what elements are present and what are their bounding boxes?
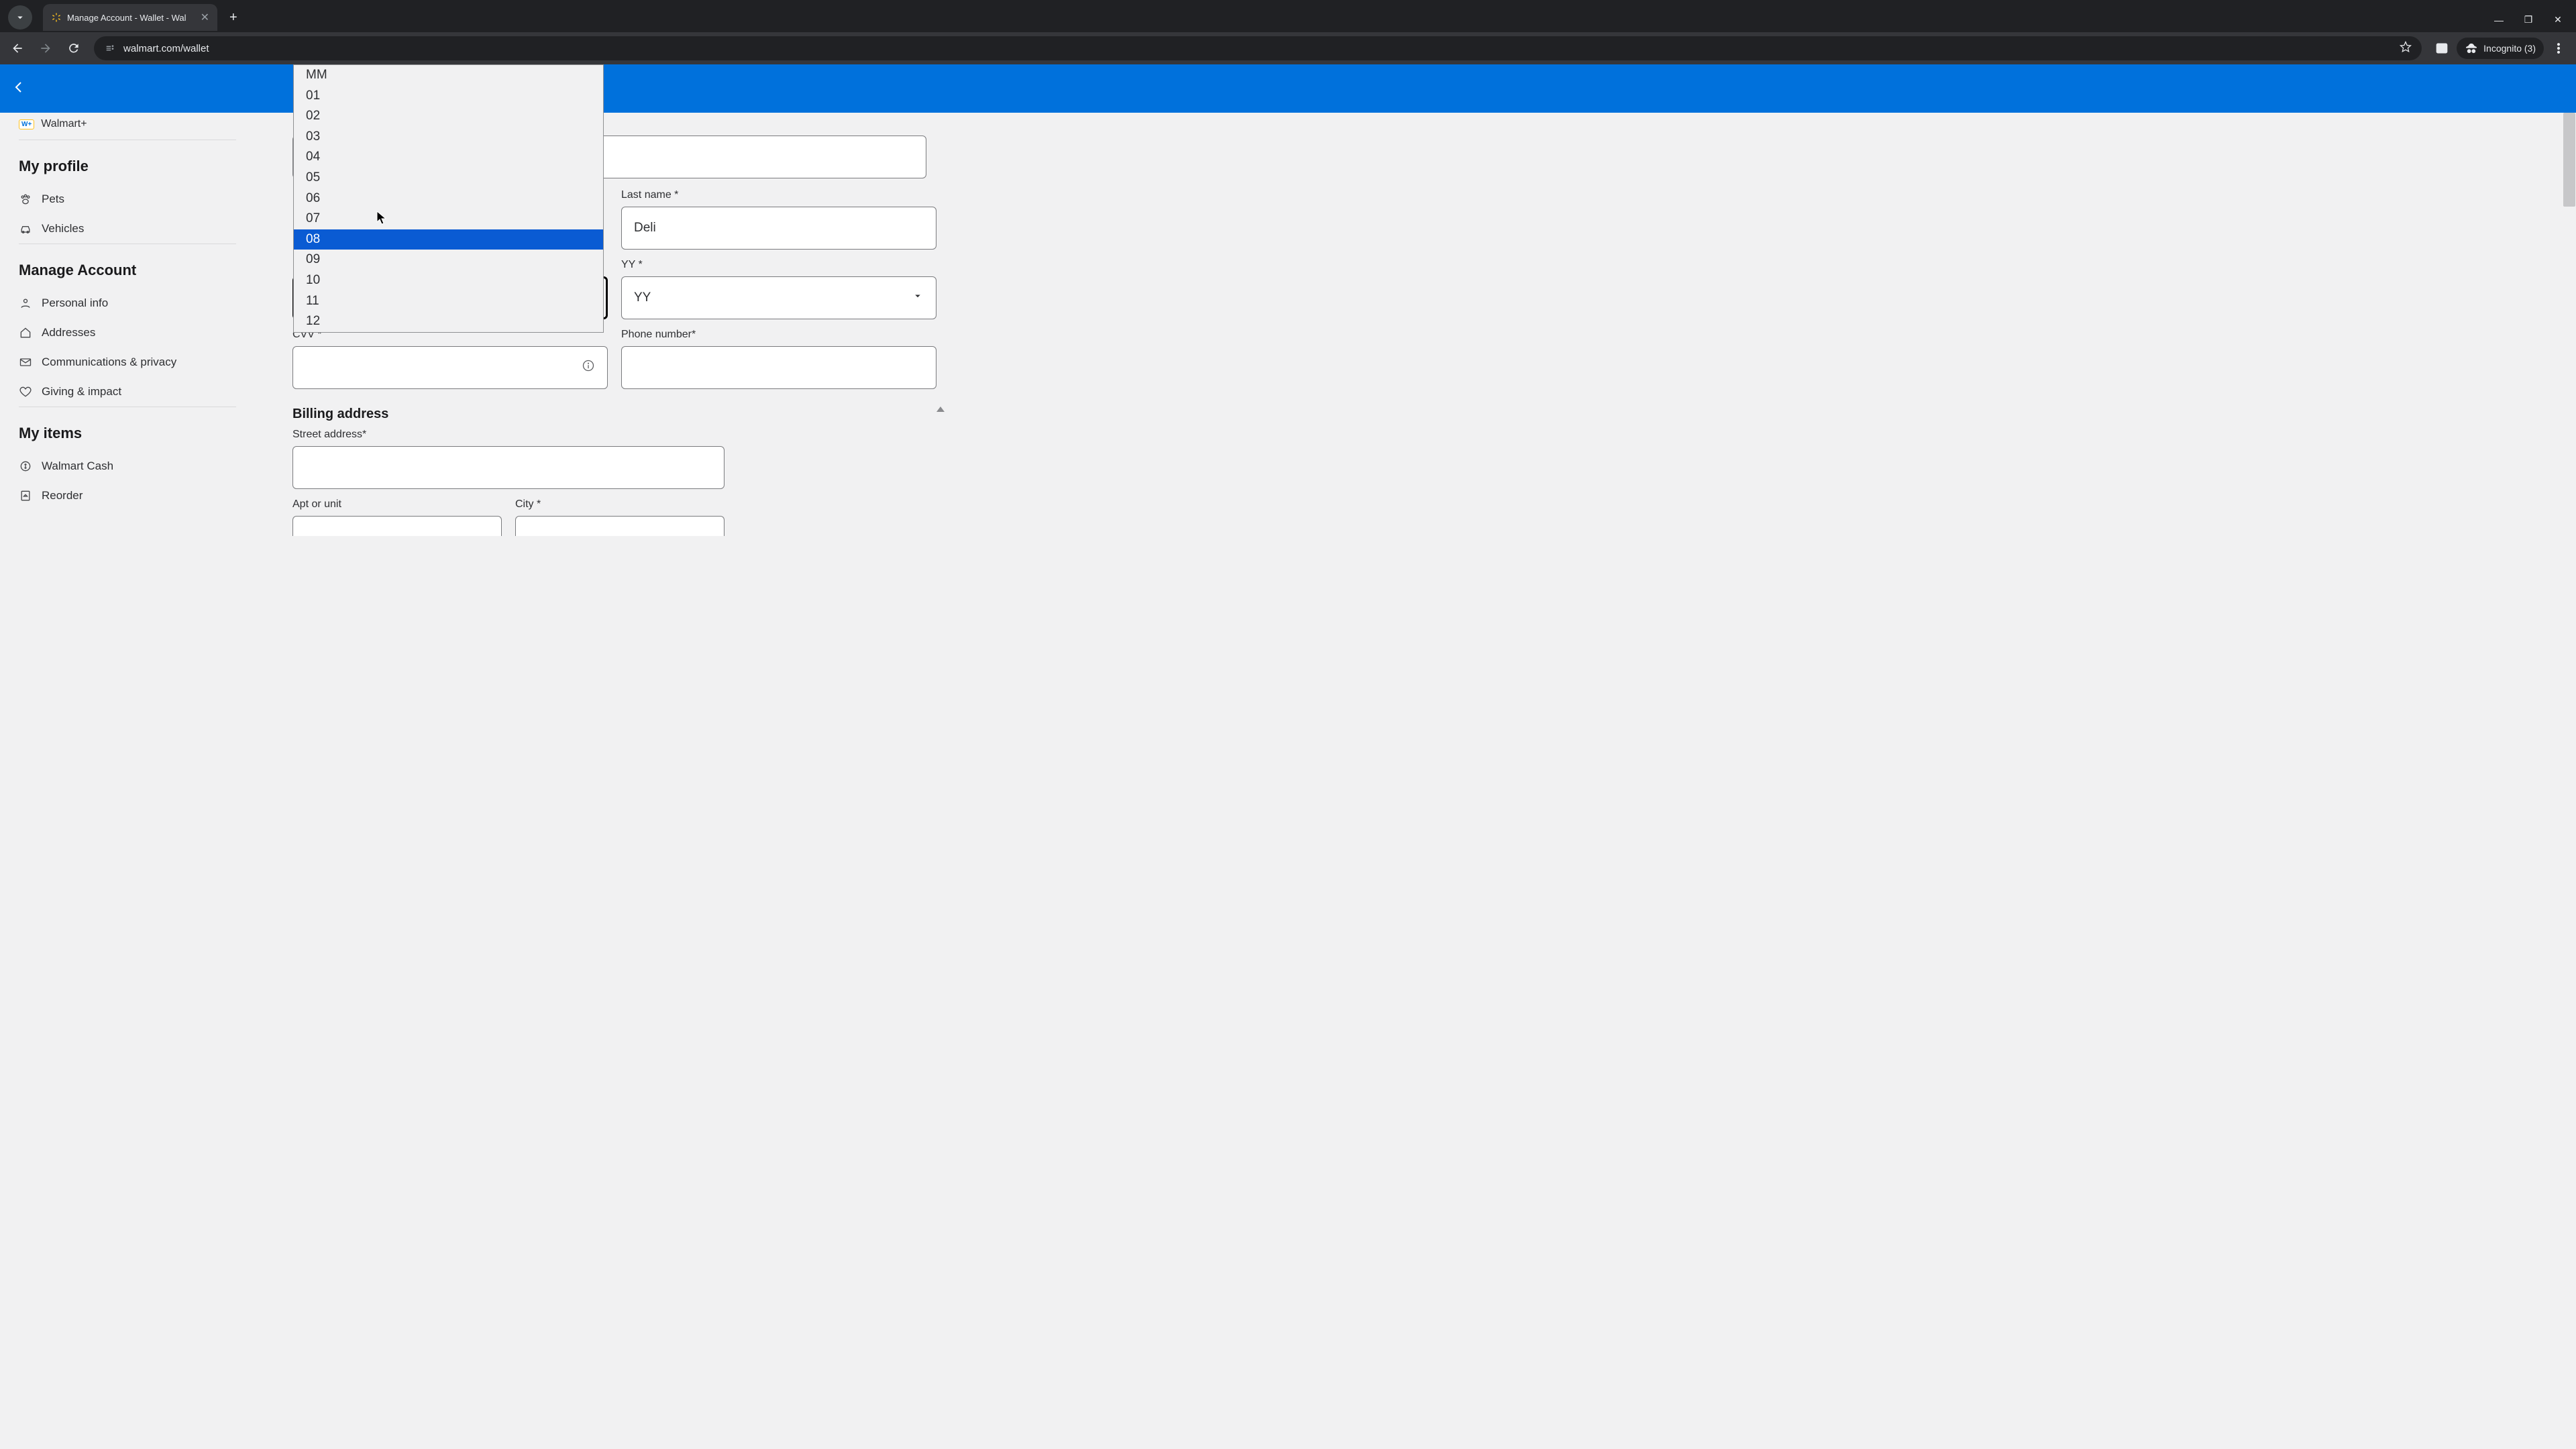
mail-icon: [19, 356, 32, 369]
billing-address-heading: Billing address: [292, 407, 928, 422]
month-option-06[interactable]: 06: [294, 189, 603, 209]
reorder-icon: [19, 489, 32, 502]
nav-reload-button[interactable]: [62, 36, 86, 60]
sidebar-item-reorder[interactable]: Reorder: [19, 481, 236, 511]
month-option-MM[interactable]: MM: [294, 65, 603, 86]
last-name-label: Last name *: [621, 189, 936, 201]
paw-icon: [19, 193, 32, 206]
month-option-01[interactable]: 01: [294, 86, 603, 107]
heart-icon: [19, 385, 32, 398]
month-option-11[interactable]: 11: [294, 291, 603, 312]
window-close-button[interactable]: ✕: [2552, 14, 2564, 25]
walmart-favicon-icon: [51, 12, 62, 23]
phone-input[interactable]: [621, 346, 936, 389]
chevron-down-icon: [912, 290, 924, 306]
bookmark-star-icon[interactable]: [2399, 40, 2412, 56]
window-minimize-button[interactable]: —: [2493, 15, 2505, 25]
new-tab-button[interactable]: +: [223, 10, 244, 25]
sidebar-item-walmart-cash[interactable]: Walmart Cash: [19, 451, 236, 481]
tab-title: Manage Account - Wallet - Wal: [67, 13, 195, 23]
inner-scrollbar[interactable]: [936, 407, 945, 412]
apt-label: Apt or unit: [292, 498, 502, 511]
home-icon: [19, 326, 32, 339]
site-settings-icon[interactable]: [103, 42, 117, 55]
phone-label: Phone number*: [621, 329, 936, 341]
url-text: walmart.com/wallet: [123, 43, 2392, 54]
month-option-05[interactable]: 05: [294, 168, 603, 189]
browser-toolbar: walmart.com/wallet Incognito (3): [0, 32, 2576, 64]
month-option-09[interactable]: 09: [294, 250, 603, 270]
chrome-menu-button[interactable]: [2546, 36, 2571, 60]
nav-forward-button[interactable]: [34, 36, 58, 60]
street-input[interactable]: [292, 446, 724, 489]
last-name-input[interactable]: Deli: [621, 207, 936, 250]
browser-titlebar: Manage Account - Wallet - Wal ✕ + — ❐ ✕: [0, 0, 2576, 32]
street-label: Street address*: [292, 429, 724, 441]
search-tabs-button[interactable]: [8, 5, 32, 30]
incognito-label: Incognito (3): [2483, 43, 2536, 54]
month-option-07[interactable]: 07: [294, 209, 603, 229]
side-panel-button[interactable]: [2430, 36, 2454, 60]
header-back-button[interactable]: [11, 79, 27, 99]
scroll-up-arrow-icon: [936, 407, 945, 412]
incognito-profile-chip[interactable]: Incognito (3): [2457, 38, 2544, 59]
month-option-08[interactable]: 08: [294, 229, 603, 250]
sidebar-item-pets[interactable]: Pets: [19, 184, 236, 214]
month-option-02[interactable]: 02: [294, 106, 603, 127]
sidebar-item-vehicles[interactable]: Vehicles: [19, 214, 236, 244]
apt-input[interactable]: [292, 516, 502, 536]
expiry-year-label: YY *: [621, 259, 936, 271]
expiry-year-select[interactable]: YY: [621, 276, 936, 319]
walmart-plus-badge-icon: W+: [19, 119, 34, 129]
car-icon: [19, 222, 32, 235]
sidebar-heading-manage: Manage Account: [19, 262, 236, 279]
month-option-12[interactable]: 12: [294, 311, 603, 332]
sidebar-item-addresses[interactable]: Addresses: [19, 318, 236, 347]
page-scrollbar[interactable]: [2563, 113, 2576, 1449]
account-sidebar: W+ Walmart+ My profile Pets Vehicles Man…: [0, 113, 255, 1449]
window-maximize-button[interactable]: ❐: [2522, 14, 2534, 25]
month-option-04[interactable]: 04: [294, 147, 603, 168]
sidebar-heading-profile: My profile: [19, 158, 236, 175]
address-bar[interactable]: walmart.com/wallet: [94, 36, 2422, 60]
sidebar-item-giving[interactable]: Giving & impact: [19, 377, 236, 407]
sidebar-item-communications[interactable]: Communications & privacy: [19, 347, 236, 377]
city-label: City *: [515, 498, 724, 511]
info-icon[interactable]: [582, 359, 595, 376]
sidebar-item-walmart-plus[interactable]: W+ Walmart+: [19, 113, 236, 140]
month-option-03[interactable]: 03: [294, 127, 603, 148]
nav-back-button[interactable]: [5, 36, 30, 60]
cvv-input[interactable]: [292, 346, 608, 389]
person-icon: [19, 297, 32, 310]
expiry-month-dropdown[interactable]: MM010203040506070809101112: [293, 64, 604, 333]
scrollbar-thumb[interactable]: [2563, 113, 2575, 207]
browser-tab[interactable]: Manage Account - Wallet - Wal ✕: [43, 4, 217, 31]
city-input[interactable]: [515, 516, 724, 536]
incognito-icon: [2465, 42, 2478, 55]
sidebar-item-personal-info[interactable]: Personal info: [19, 288, 236, 318]
month-option-10[interactable]: 10: [294, 270, 603, 291]
tab-close-icon[interactable]: ✕: [201, 11, 209, 24]
cash-icon: [19, 460, 32, 473]
page-viewport: W+ Walmart+ My profile Pets Vehicles Man…: [0, 64, 2576, 1449]
sidebar-heading-items: My items: [19, 425, 236, 442]
